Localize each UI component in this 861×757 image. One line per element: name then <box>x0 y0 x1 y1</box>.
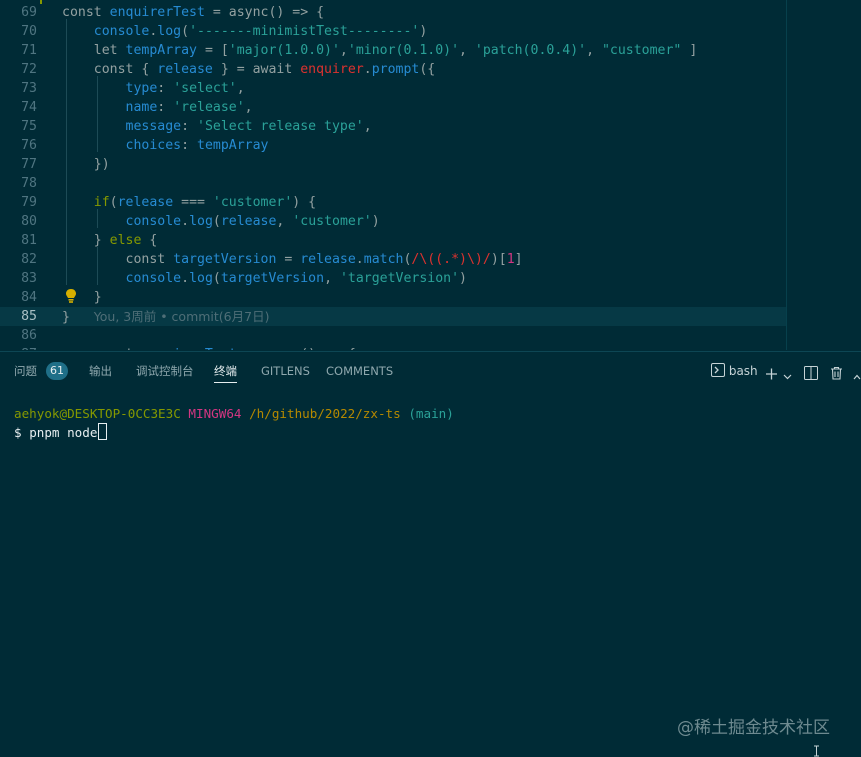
line-number: 69 <box>21 5 37 20</box>
code-line[interactable]: 80 console.log(release, 'customer') <box>0 212 786 231</box>
code-line[interactable]: 73 type: 'select', <box>0 79 786 98</box>
code-text: }) <box>62 157 110 172</box>
terminal-shell-selector[interactable]: bash <box>711 361 758 381</box>
code-line[interactable]: 72 const { release } = await enquirer.pr… <box>0 60 786 79</box>
terminal-command-line[interactable]: $ pnpm node <box>14 423 454 442</box>
code-line[interactable]: 71 let tempArray = ['major(1.0.0)','mino… <box>0 41 786 60</box>
code-text: choices: tempArray <box>125 138 269 153</box>
line-number: 83 <box>21 271 37 286</box>
line-number: 80 <box>21 214 37 229</box>
tab-problems[interactable]: 问题 <box>14 363 37 383</box>
code-text: if(release === 'customer') { <box>93 195 317 210</box>
watermark: @稀土掘金技术社区 <box>677 718 830 738</box>
code-text: let tempArray = ['major(1.0.0)','minor(0… <box>93 43 698 58</box>
line-number: 79 <box>21 195 37 210</box>
tab-comments[interactable]: COMMENTS <box>326 363 393 383</box>
line-number: 82 <box>21 252 37 267</box>
terminal-prompt-symbol: $ <box>14 425 22 440</box>
indent-guide <box>97 247 98 285</box>
code-text: console.log('-------minimistTest--------… <box>93 24 428 39</box>
code-line[interactable]: 81 } else { <box>0 231 786 250</box>
mouse-ibeam-icon <box>814 745 819 757</box>
code-line[interactable]: 82 const targetVersion = release.match(/… <box>0 250 786 269</box>
terminal-user: aehyok@DESKTOP-0CC3E3C <box>14 406 181 421</box>
chevron-up-icon[interactable] <box>853 367 861 387</box>
terminal-system: MINGW64 <box>188 406 242 421</box>
code-line[interactable]: 77 }) <box>0 155 786 174</box>
code-line[interactable]: 83 console.log(targetVersion, 'targetVer… <box>0 269 786 288</box>
code-text: message: 'Select release type', <box>125 119 372 134</box>
code-line[interactable]: 84 } <box>0 288 786 307</box>
tab-terminal[interactable]: 终端 <box>214 363 237 383</box>
code-text: } You, 3周前 • commit(6月7日) <box>62 309 270 325</box>
shell-label: bash <box>728 364 758 378</box>
add-terminal-icon[interactable] <box>765 364 778 384</box>
terminal-command: pnpm node <box>29 425 98 440</box>
indent-guide <box>97 76 98 152</box>
indent-guide <box>66 19 67 285</box>
code-line[interactable]: 76 choices: tempArray <box>0 136 786 155</box>
terminal-cursor <box>98 423 108 440</box>
code-text: const targetVersion = release.match(/\((… <box>125 252 523 267</box>
code-text: console.log(targetVersion, 'targetVersio… <box>125 271 467 286</box>
panel-tab-bar: 问题 61 输出 调试控制台 终端 GITLENS COMMENTS bash <box>0 352 861 390</box>
code-line[interactable]: 85 } You, 3周前 • commit(6月7日) <box>0 307 786 326</box>
code-line[interactable]: 74 name: 'release', <box>0 98 786 117</box>
code-line[interactable]: 78 <box>0 174 786 193</box>
chevron-down-icon[interactable] <box>783 367 792 387</box>
indent-guide <box>97 209 98 228</box>
line-number: 75 <box>21 119 37 134</box>
git-blame-annotation: You, 3周前 • commit(6月7日) <box>69 309 270 324</box>
line-number: 74 <box>21 100 37 115</box>
code-text: name: 'release', <box>125 100 253 115</box>
code-line[interactable]: 69 const enquirerTest = async() => { <box>0 3 786 22</box>
line-number: 76 <box>21 138 37 153</box>
line-number: 73 <box>21 81 37 96</box>
terminal-icon <box>711 363 725 377</box>
code-line[interactable]: 87 const enquirerTest = async() => { <box>0 345 786 350</box>
terminal-branch: (main) <box>408 406 454 421</box>
terminal-output[interactable]: aehyok@DESKTOP-0CC3E3C MINGW64 /h/github… <box>14 404 454 442</box>
code-line[interactable]: 70 console.log('-------minimistTest-----… <box>0 22 786 41</box>
line-number: 78 <box>21 176 37 191</box>
code-text: console.log(release, 'customer') <box>125 214 380 229</box>
problems-count-badge: 61 <box>46 362 68 380</box>
minimap-edge <box>786 0 787 350</box>
tab-gitlens[interactable]: GITLENS <box>261 363 310 383</box>
line-number: 87 <box>0 345 37 350</box>
code-line[interactable]: 86 <box>0 326 786 345</box>
tab-debug-console[interactable]: 调试控制台 <box>136 363 194 383</box>
trash-icon[interactable] <box>830 363 843 383</box>
line-number: 85 <box>21 309 37 324</box>
code-text: const enquirerTest = async() => { <box>62 5 325 20</box>
split-terminal-icon[interactable] <box>804 363 818 383</box>
line-number: 77 <box>21 157 37 172</box>
code-text: type: 'select', <box>125 81 245 96</box>
code-line[interactable]: 79 if(release === 'customer') { <box>0 193 786 212</box>
terminal-path: /h/github/2022/zx-ts <box>249 406 401 421</box>
lightbulb-icon[interactable] <box>64 288 78 304</box>
code-line[interactable]: 75 message: 'Select release type', <box>0 117 786 136</box>
terminal-prompt-line: aehyok@DESKTOP-0CC3E3C MINGW64 /h/github… <box>14 404 454 423</box>
line-number: 86 <box>21 328 37 343</box>
tab-output[interactable]: 输出 <box>89 363 112 383</box>
line-number: 72 <box>21 62 37 77</box>
line-number: 81 <box>21 233 37 248</box>
code-text: const { release } = await enquirer.promp… <box>93 62 436 77</box>
line-number: 84 <box>21 290 37 305</box>
code-editor[interactable]: 69 const enquirerTest = async() => { 70 co… <box>0 0 861 350</box>
line-number: 71 <box>21 43 37 58</box>
line-number: 70 <box>21 24 37 39</box>
code-text: } else { <box>62 233 158 248</box>
code-text: const enquirerTest = async() => { <box>62 345 356 350</box>
